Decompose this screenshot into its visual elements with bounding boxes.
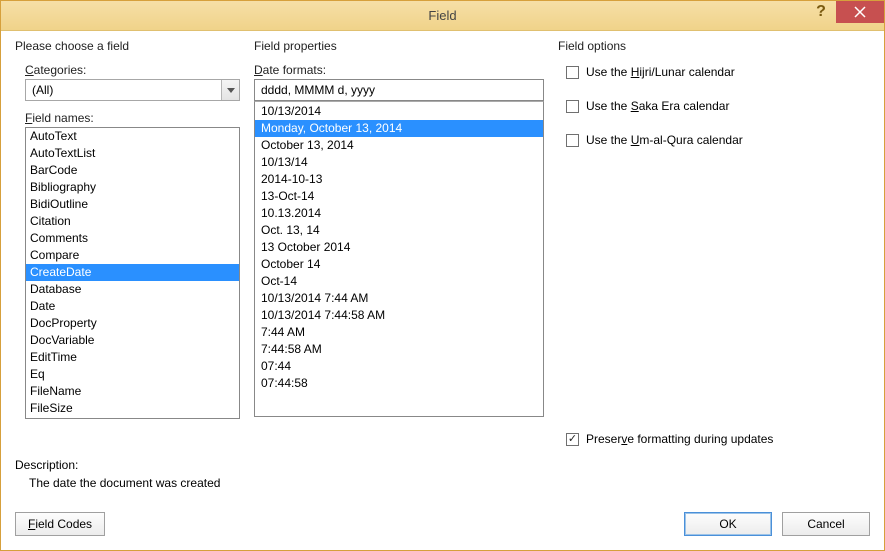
field-names-label: Field names: [25,111,240,125]
date-format-item[interactable]: 10.13.2014 [255,205,543,222]
date-format-item[interactable]: October 13, 2014 [255,137,543,154]
field-name-item[interactable]: BidiOutline [26,196,239,213]
date-format-item[interactable]: October 14 [255,256,543,273]
field-name-item[interactable]: Fill-in [26,417,239,419]
field-name-item[interactable]: EditTime [26,349,239,366]
field-name-item[interactable]: Bibliography [26,179,239,196]
date-format-item[interactable]: Monday, October 13, 2014 [255,120,543,137]
choose-field-column: Please choose a field Categories: (All) … [15,39,240,454]
field-name-item[interactable]: BarCode [26,162,239,179]
um-al-qura-calendar-option[interactable]: Use the Um-al-Qura calendar [566,131,870,149]
window-controls: ? [806,1,884,30]
dropdown-button[interactable] [221,80,239,100]
field-name-item[interactable]: FileSize [26,400,239,417]
date-format-item[interactable]: Oct. 13, 14 [255,222,543,239]
description-label: Description: [15,458,870,472]
field-name-item[interactable]: AutoTextList [26,145,239,162]
field-dialog: Field ? Please choose a field Categories… [0,0,885,551]
date-format-item[interactable]: 07:44:58 [255,375,543,392]
date-format-item[interactable]: 13-Oct-14 [255,188,543,205]
date-format-item[interactable]: 10/13/2014 7:44:58 AM [255,307,543,324]
ok-button[interactable]: OK [684,512,772,536]
field-options-label: Field options [558,39,870,53]
chevron-down-icon [227,88,235,93]
hijri-checkbox[interactable] [566,66,579,79]
categories-label: Categories: [25,63,240,77]
categories-value: (All) [32,83,53,97]
saka-calendar-option[interactable]: Use the Saka Era calendar [566,97,870,115]
date-format-item[interactable]: 10/13/2014 [255,103,543,120]
field-name-item[interactable]: Citation [26,213,239,230]
date-formats-label: Date formats: [254,63,544,77]
field-name-item[interactable]: DocVariable [26,332,239,349]
field-name-item[interactable]: Database [26,281,239,298]
preserve-label: Preserve formatting during updates [586,432,773,446]
dialog-content: Please choose a field Categories: (All) … [1,31,884,454]
date-format-item[interactable]: 2014-10-13 [255,171,543,188]
field-properties-column: Field properties Date formats: dddd, MMM… [254,39,544,454]
date-format-item[interactable]: 7:44:58 AM [255,341,543,358]
date-format-item[interactable]: Oct-14 [255,273,543,290]
um-checkbox[interactable] [566,134,579,147]
dialog-bottom: Description: The date the document was c… [1,454,884,550]
categories-dropdown[interactable]: (All) [25,79,240,101]
field-name-item[interactable]: CreateDate [26,264,239,281]
preserve-formatting-option[interactable]: Preserve formatting during updates [566,432,870,446]
field-name-item[interactable]: Compare [26,247,239,264]
preserve-checkbox[interactable] [566,433,579,446]
date-format-item[interactable]: 13 October 2014 [255,239,543,256]
field-name-item[interactable]: AutoText [26,128,239,145]
hijri-calendar-option[interactable]: Use the Hijri/Lunar calendar [566,63,870,81]
cancel-button[interactable]: Cancel [782,512,870,536]
date-format-input[interactable]: dddd, MMMM d, yyyy [254,79,544,101]
field-name-item[interactable]: DocProperty [26,315,239,332]
saka-checkbox[interactable] [566,100,579,113]
field-names-listbox[interactable]: AutoTextAutoTextListBarCodeBibliographyB… [25,127,240,419]
date-format-item[interactable]: 10/13/14 [255,154,543,171]
field-name-item[interactable]: Date [26,298,239,315]
choose-field-label: Please choose a field [15,39,240,53]
field-options-column: Field options Use the Hijri/Lunar calend… [558,39,870,454]
field-properties-label: Field properties [254,39,544,53]
date-format-item[interactable]: 07:44 [255,358,543,375]
date-format-item[interactable]: 10/13/2014 7:44 AM [255,290,543,307]
field-name-item[interactable]: Comments [26,230,239,247]
description-text: The date the document was created [29,476,870,490]
titlebar: Field ? [1,1,884,31]
saka-label: Use the Saka Era calendar [586,99,729,113]
field-name-item[interactable]: Eq [26,366,239,383]
date-formats-listbox[interactable]: 10/13/2014Monday, October 13, 2014Octobe… [254,101,544,417]
um-label: Use the Um-al-Qura calendar [586,133,743,147]
hijri-label: Use the Hijri/Lunar calendar [586,65,735,79]
help-button[interactable]: ? [806,1,836,23]
field-name-item[interactable]: FileName [26,383,239,400]
field-codes-button[interactable]: Field Codes [15,512,105,536]
close-icon [854,6,866,18]
date-format-item[interactable]: 7:44 AM [255,324,543,341]
window-title: Field [1,8,884,23]
close-button[interactable] [836,1,884,23]
